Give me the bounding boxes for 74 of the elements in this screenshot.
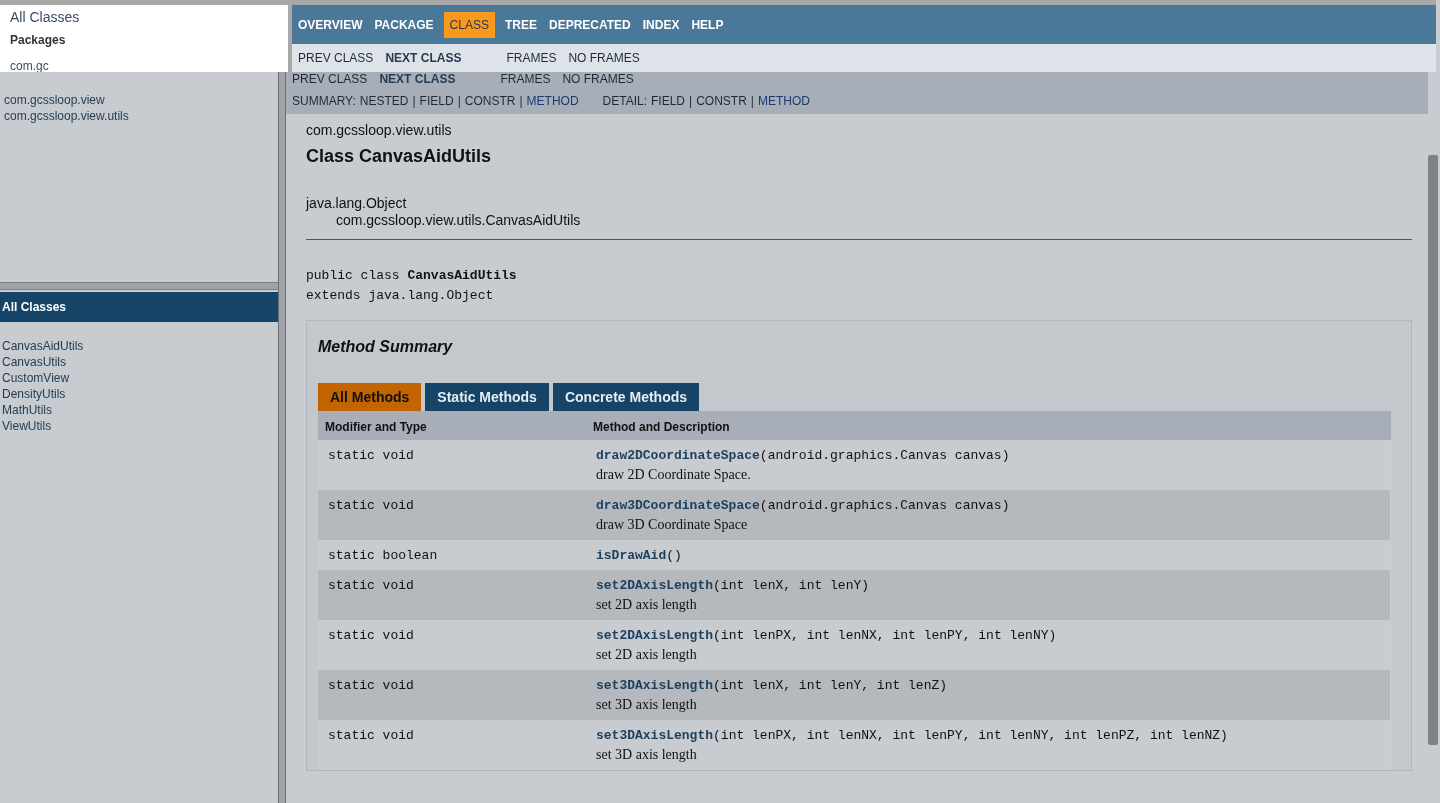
section-title: Method Summary: [318, 338, 454, 356]
method-description: draw 3D Coordinate Space: [596, 517, 749, 533]
nav-tab[interactable]: DEPRECATED: [546, 11, 633, 38]
nav-link[interactable]: NO FRAMES: [568, 51, 640, 65]
declaration-line: extends java.lang.Object: [306, 287, 495, 305]
type-cell-text: static void: [328, 628, 415, 645]
separator: |: [457, 94, 461, 108]
method-description: set 3D axis length: [596, 697, 698, 713]
method-signature[interactable]: set2DAxisLength(int lenPX, int lenNX, int lenPY, int lenNY): [596, 628, 1057, 643]
separator: |: [412, 94, 416, 108]
type-cell-text: static void: [328, 448, 415, 465]
summary-item: CONSTR: [696, 94, 747, 108]
declaration-line: public class CanvasAidUtils: [306, 267, 518, 285]
nav-link[interactable]: NEXT CLASS: [385, 51, 462, 65]
method-signature[interactable]: set3DAxisLength(int lenX, int lenY, int lenZ): [596, 678, 948, 693]
nav-link[interactable]: NEXT CLASS: [379, 72, 456, 86]
nav-tab[interactable]: INDEX: [640, 11, 682, 38]
class-link[interactable]: CanvasAidUtils: [0, 338, 84, 354]
method-signature[interactable]: set3DAxisLength(int lenPX, int lenNX, int lenPY, int lenNY, int lenPZ, int lenNZ): [596, 728, 1228, 743]
summary-item: NESTED: [359, 94, 409, 108]
scrollbar-thumb[interactable]: [1428, 155, 1438, 745]
package-name: com.gcssloop.view.utils: [306, 122, 453, 138]
method-signature[interactable]: isDrawAid(): [596, 548, 682, 563]
type-cell-text: static void: [328, 498, 415, 515]
summary-link[interactable]: METHOD: [757, 94, 810, 108]
summary-item: FIELD: [651, 94, 686, 108]
method-description: set 2D axis length: [596, 597, 698, 613]
class-link[interactable]: CustomView: [0, 370, 70, 386]
summary-label: SUMMARY:: [292, 94, 356, 108]
method-signature[interactable]: draw3DCoordinateSpace(android.graphics.Canvas canvas): [596, 498, 1010, 513]
type-cell-text: static void: [328, 678, 415, 695]
section-heading: Packages: [10, 33, 67, 47]
frame-title: All Classes: [0, 292, 278, 322]
column-header: Modifier and Type: [325, 420, 428, 434]
summary-link[interactable]: METHOD: [526, 94, 579, 108]
hierarchy-item: java.lang.Object: [306, 195, 408, 212]
hierarchy-item: com.gcssloop.view.utils.CanvasAidUtils: [335, 212, 582, 229]
separator: |: [519, 94, 523, 108]
method-description: draw 2D Coordinate Space.: [596, 467, 752, 483]
nav-tab[interactable]: CLASS: [443, 11, 495, 38]
nav-tab[interactable]: PACKAGE: [372, 11, 436, 38]
class-link[interactable]: ViewUtils: [0, 418, 52, 434]
class-link[interactable]: DensityUtils: [0, 386, 66, 402]
column-header: Method and Description: [593, 420, 731, 434]
nav-tab[interactable]: OVERVIEW: [296, 11, 365, 38]
summary-item: FIELD: [419, 94, 454, 108]
method-signature[interactable]: draw2DCoordinateSpace(android.graphics.Canvas canvas): [596, 448, 1010, 463]
method-description: set 2D axis length: [596, 647, 698, 663]
separator: |: [689, 94, 693, 108]
method-tab[interactable]: Static Methods: [425, 383, 549, 411]
method-tab[interactable]: Concrete Methods: [552, 383, 700, 411]
summary-label: DETAIL:: [602, 94, 647, 108]
type-cell-text: static void: [328, 728, 415, 745]
nav-link[interactable]: PREV CLASS: [292, 72, 368, 86]
class-link[interactable]: CanvasUtils: [0, 354, 67, 370]
nav-tab[interactable]: HELP: [689, 11, 726, 38]
package-link[interactable]: com.gc: [10, 59, 278, 72]
method-tab[interactable]: All Methods: [318, 383, 422, 411]
nav-link[interactable]: PREV CLASS: [298, 51, 374, 65]
type-cell-text: static void: [328, 578, 415, 595]
method-signature[interactable]: set2DAxisLength(int lenX, int lenY): [596, 578, 870, 593]
nav-tab[interactable]: TREE: [502, 11, 539, 38]
class-link[interactable]: MathUtils: [0, 402, 52, 418]
summary-item: CONSTR: [464, 94, 516, 108]
frame-title: All Classes: [10, 9, 81, 25]
nav-link[interactable]: NO FRAMES: [562, 72, 634, 86]
nav-link[interactable]: FRAMES: [506, 51, 557, 65]
separator: |: [750, 94, 754, 108]
method-description: set 3D axis length: [596, 747, 698, 763]
nav-link[interactable]: FRAMES: [500, 72, 551, 86]
package-link[interactable]: com.gcssloop.view: [2, 92, 105, 108]
package-link[interactable]: com.gcssloop.view.utils: [2, 108, 129, 124]
class-title: Class CanvasAidUtils: [306, 146, 493, 167]
type-cell-text: static boolean: [328, 548, 439, 563]
